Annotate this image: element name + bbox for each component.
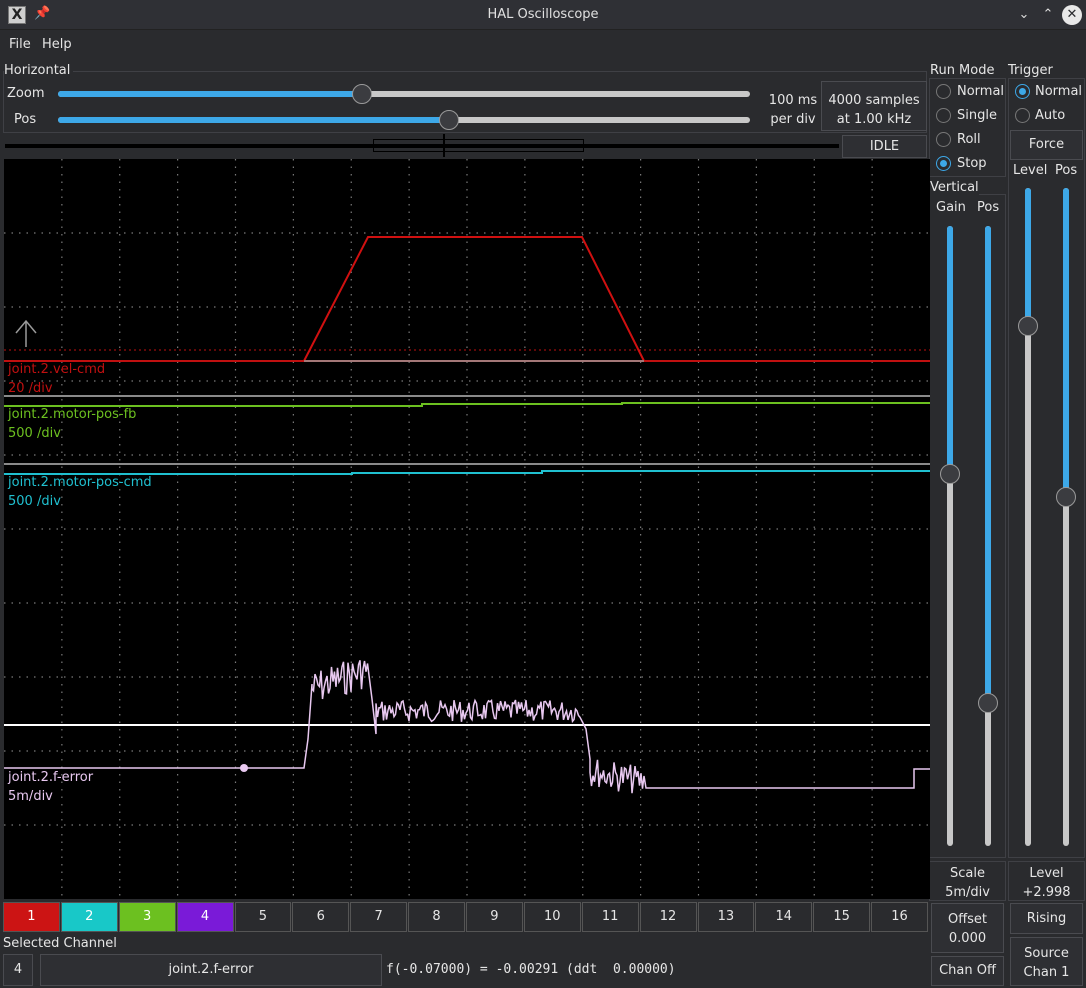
window-title: HAL Oscilloscope (487, 7, 599, 22)
sample-rate: at 1.00 kHz (836, 112, 912, 127)
vertical-pos-slider[interactable] (985, 226, 991, 846)
trigger-level-slider[interactable] (1025, 188, 1031, 846)
close-icon[interactable]: ✕ (1062, 5, 1082, 25)
offset-label: Offset (947, 912, 988, 927)
menu-file[interactable]: File (9, 37, 31, 52)
source-label: Source (1024, 946, 1069, 961)
trigger-label: Trigger (1008, 63, 1053, 78)
chevron-down-icon[interactable]: ⌄ (1014, 5, 1034, 25)
trigger-normal-label[interactable]: Normal (1035, 84, 1082, 99)
scope-plot (4, 159, 930, 899)
trigger-pos-label: Pos (1055, 163, 1078, 178)
horizontal-pos-slider[interactable] (58, 117, 750, 123)
samples-count: 4000 samples (828, 93, 920, 108)
channel-button-1[interactable]: 1 (3, 902, 60, 932)
selected-channel-label: Selected Channel (3, 936, 117, 951)
channel-button-15[interactable]: 15 (813, 902, 871, 932)
run-mode-stop-radio[interactable] (936, 156, 951, 171)
per-div-readout: 100 ms per div (760, 91, 826, 129)
trace-motor-pos-fb-name: joint.2.motor-pos-fb (8, 407, 137, 422)
f-error-marker (240, 764, 248, 772)
horizontal-pos-slider-handle[interactable] (438, 110, 459, 130)
source-channel: Chan 1 (1023, 965, 1070, 980)
vertical-group (929, 194, 1006, 858)
trace-motor-pos-cmd-scale: 500 /div (8, 494, 61, 509)
channel-button-10[interactable]: 10 (523, 902, 581, 932)
channel-button-2[interactable]: 2 (60, 902, 118, 932)
channel-button-9[interactable]: 9 (466, 902, 523, 932)
level-title: Level (1029, 866, 1064, 881)
motor-pos-fb-trace (4, 402, 930, 407)
trace-vel-cmd-name: joint.2.vel-cmd (8, 362, 106, 377)
run-mode-single-label[interactable]: Single (957, 108, 997, 123)
vertical-label: Vertical (930, 180, 979, 195)
cursor-readout: f(-0.07000) = -0.00291 (ddt 0.00000) (386, 962, 676, 977)
per-div-value: 100 ms (768, 93, 818, 108)
f-error-trace (4, 660, 930, 794)
trace-vel-cmd-scale: 20 /div (8, 381, 53, 396)
scope-display[interactable]: joint.2.vel-cmd 20 /div joint.2.motor-po… (4, 159, 930, 899)
channel-button-16[interactable]: 16 (871, 902, 928, 932)
status-indicator: IDLE (842, 135, 927, 158)
trigger-pos-slider[interactable] (1063, 188, 1069, 846)
channel-button-11[interactable]: 11 (581, 902, 639, 932)
gain-slider-handle[interactable] (940, 464, 960, 484)
trace-f-error-name: joint.2.f-error (8, 770, 94, 785)
channel-button-14[interactable]: 14 (755, 902, 813, 932)
trigger-auto-label[interactable]: Auto (1035, 108, 1065, 123)
per-div-unit: per div (770, 112, 816, 127)
menu-bar (0, 31, 1086, 59)
run-mode-label: Run Mode (930, 63, 995, 78)
run-mode-stop-label[interactable]: Stop (957, 156, 987, 171)
run-mode-roll-label[interactable]: Roll (957, 132, 981, 147)
scale-label: Scale (950, 866, 985, 881)
trace-motor-pos-cmd-name: joint.2.motor-pos-cmd (8, 475, 152, 490)
run-mode-normal-radio[interactable] (936, 84, 951, 99)
offset-button[interactable]: Offset 0.000 (931, 903, 1004, 953)
channel-button-8[interactable]: 8 (408, 902, 465, 932)
channel-button-4[interactable]: 4 (176, 902, 234, 932)
zoom-slider[interactable] (58, 91, 750, 97)
record-window[interactable] (373, 139, 584, 152)
samples-info: 4000 samples at 1.00 kHz (821, 81, 927, 131)
level-value: +2.998 (1022, 885, 1071, 900)
trigger-source-button[interactable]: Source Chan 1 (1010, 937, 1083, 986)
channel-button-3[interactable]: 3 (118, 902, 176, 932)
horizontal-group-label: Horizontal (4, 63, 74, 78)
gain-slider[interactable] (947, 226, 953, 846)
run-mode-roll-radio[interactable] (936, 132, 951, 147)
run-mode-normal-label[interactable]: Normal (957, 84, 1004, 99)
gain-label: Gain (936, 200, 966, 215)
trigger-marker (443, 134, 445, 157)
offset-value: 0.000 (948, 931, 987, 946)
vel-cmd-trace (303, 236, 645, 362)
channel-button-12[interactable]: 12 (639, 902, 697, 932)
trigger-group (1008, 78, 1085, 858)
pos-label: Pos (14, 112, 37, 127)
motor-pos-cmd-trace (4, 470, 930, 475)
trigger-arrow-icon (15, 319, 37, 347)
trace-f-error-scale: 5m/div (8, 789, 53, 804)
run-mode-single-radio[interactable] (936, 108, 951, 123)
channel-button-6[interactable]: 6 (292, 902, 350, 932)
channel-button-7[interactable]: 7 (350, 902, 408, 932)
channel-button-13[interactable]: 13 (697, 902, 755, 932)
trace-motor-pos-fb-scale: 500 /div (8, 426, 61, 441)
selected-channel-number: 4 (3, 954, 33, 986)
scale-value: 5m/div (945, 885, 990, 900)
trigger-level-label: Level (1013, 163, 1048, 178)
trigger-auto-radio[interactable] (1015, 108, 1030, 123)
force-button[interactable]: Force (1010, 130, 1083, 160)
chevron-up-icon[interactable]: ⌃ (1038, 5, 1058, 25)
channel-button-5[interactable]: 5 (234, 902, 292, 932)
vertical-pos-label: Pos (977, 200, 1000, 215)
menu-help[interactable]: Help (42, 37, 72, 52)
chan-off-button[interactable]: Chan Off (931, 956, 1004, 986)
selected-channel-name-button[interactable]: joint.2.f-error (40, 954, 382, 986)
trigger-normal-radio[interactable] (1015, 84, 1030, 99)
trigger-edge-button[interactable]: Rising (1010, 903, 1083, 934)
zoom-label: Zoom (7, 86, 45, 101)
